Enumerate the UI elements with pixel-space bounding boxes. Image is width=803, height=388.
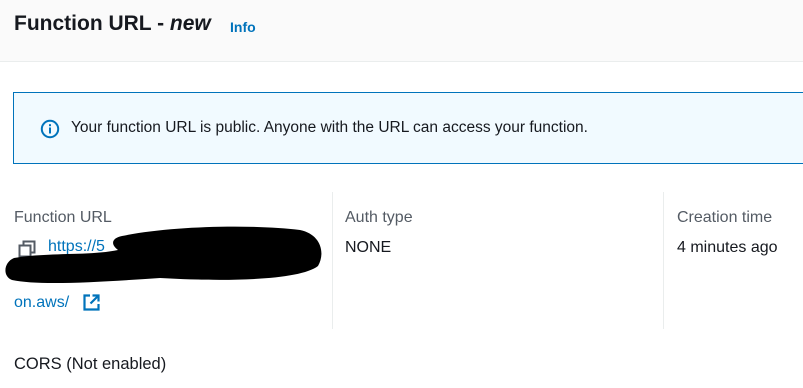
public-url-alert: Your function URL is public. Anyone with…	[13, 92, 803, 164]
external-link-icon[interactable]	[82, 293, 101, 312]
info-circle-icon	[40, 119, 60, 139]
column-divider	[332, 192, 333, 329]
alert-message: Your function URL is public. Anyone with…	[71, 119, 588, 136]
column-divider	[663, 192, 664, 329]
page-title: Function URL - new	[14, 12, 211, 36]
page-title-version: new	[169, 12, 211, 35]
page-title-prefix: Function URL -	[14, 12, 170, 35]
function-url-link-end[interactable]: on.aws/	[14, 294, 69, 312]
redaction-mark	[5, 226, 322, 284]
info-link[interactable]: Info	[230, 19, 256, 35]
auth-type-label: Auth type	[345, 209, 413, 226]
creation-time-label: Creation time	[677, 209, 773, 226]
page-header: Function URL - new Info	[0, 0, 803, 62]
auth-type-value: NONE	[345, 239, 392, 256]
creation-time-value: 4 minutes ago	[677, 239, 778, 256]
cors-status-label: CORS (Not enabled)	[14, 355, 167, 373]
